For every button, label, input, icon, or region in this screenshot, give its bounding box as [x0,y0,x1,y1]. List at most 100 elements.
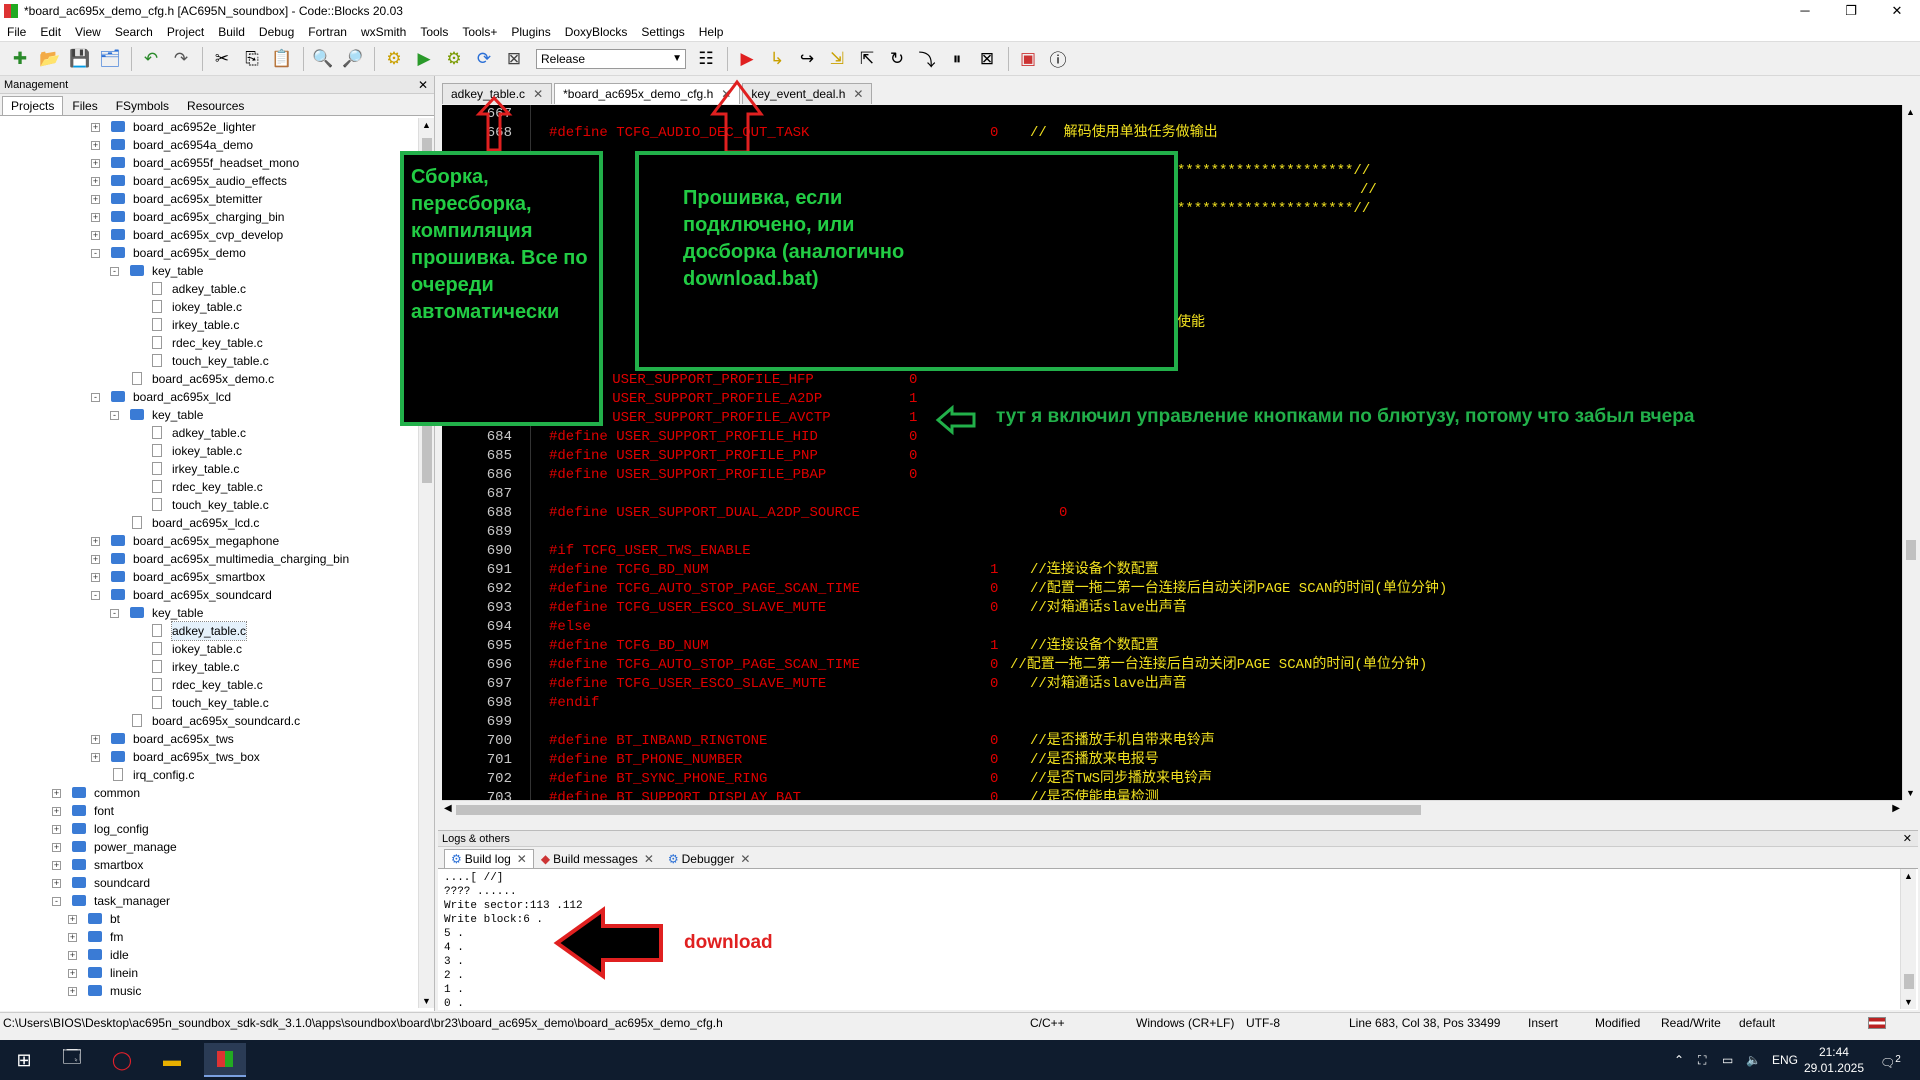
tree-folder[interactable]: + log_config [0,820,420,838]
tree-folder[interactable]: + board_ac695x_charging_bin [0,208,420,226]
tray-language[interactable]: ENG [1772,1040,1798,1080]
expand-icon[interactable]: + [52,825,61,834]
tab-build-messages[interactable]: ◆ Build messages ✕ [534,849,661,868]
find-icon[interactable]: 🔍 [309,45,337,73]
step-out-icon[interactable]: ⇱ [853,45,881,73]
menu-view[interactable]: View [68,25,108,39]
expand-icon[interactable]: + [91,231,100,240]
collapse-icon[interactable]: - [91,591,100,600]
windows-start-icon[interactable]: ⊞ [8,1046,40,1074]
tree-folder[interactable]: + board_ac695x_tws [0,730,420,748]
tab-debugger[interactable]: ⚙ Debugger ✕ [661,849,758,868]
tab-resources[interactable]: Resources [178,96,253,115]
step-into-icon[interactable]: ⇲ [823,45,851,73]
tree-folder[interactable]: - key_table [0,262,420,280]
menu-help[interactable]: Help [692,25,731,39]
tree-folder[interactable]: + music [0,982,420,1000]
close-icon[interactable]: ✕ [721,87,731,101]
undo-icon[interactable]: ↶ [137,45,165,73]
tree-file[interactable]: touch_key_table.c [0,496,420,514]
tree-file[interactable]: irkey_table.c [0,658,420,676]
scroll-right-icon[interactable]: ▶ [1892,803,1900,814]
next-line-icon[interactable]: ↪ [793,45,821,73]
scroll-up-icon[interactable]: ▲ [1906,107,1915,117]
close-button[interactable]: ✕ [1874,0,1920,22]
replace-icon[interactable]: 🔎 [339,45,367,73]
tree-file[interactable]: board_ac695x_soundcard.c [0,712,420,730]
tab-files[interactable]: Files [63,96,106,115]
expand-icon[interactable]: + [68,915,77,924]
tree-folder[interactable]: + board_ac695x_tws_box [0,748,420,766]
target-options-icon[interactable]: ☷ [692,45,720,73]
collapse-icon[interactable]: - [110,609,119,618]
collapse-icon[interactable]: - [91,393,100,402]
menu-edit[interactable]: Edit [33,25,68,39]
tree-file[interactable]: touch_key_table.c [0,352,420,370]
expand-icon[interactable]: + [68,933,77,942]
tree-folder[interactable]: + board_ac6955f_headset_mono [0,154,420,172]
redo-icon[interactable]: ↷ [167,45,195,73]
expand-icon[interactable]: + [91,195,100,204]
tree-file[interactable]: adkey_table.c [0,621,420,641]
opera-browser-icon[interactable]: ◯ [106,1046,138,1074]
minimize-button[interactable]: ─ [1782,0,1828,22]
tree-folder[interactable]: + board_ac695x_smartbox [0,568,420,586]
tree-folder[interactable]: + board_ac695x_audio_effects [0,172,420,190]
logs-scrollbar-thumb[interactable] [1904,974,1914,989]
expand-icon[interactable]: + [91,213,100,222]
close-icon[interactable]: ✕ [418,76,428,94]
expand-icon[interactable]: + [52,861,61,870]
tree-folder[interactable]: + fm [0,928,420,946]
tree-folder[interactable]: + board_ac6954a_demo [0,136,420,154]
tree-folder[interactable]: + board_ac6952e_lighter [0,118,420,136]
expand-icon[interactable]: + [91,123,100,132]
editor-hscrollbar-thumb[interactable] [456,805,1421,815]
expand-icon[interactable]: + [52,789,61,798]
cut-icon[interactable]: ✂ [208,45,236,73]
menu-tools-plus[interactable]: Tools+ [455,25,504,39]
collapse-icon[interactable]: - [110,411,119,420]
tray-clock[interactable]: 21:44 29.01.2025 [1804,1044,1864,1076]
scroll-up-icon[interactable]: ▲ [1904,871,1913,881]
paste-icon[interactable]: 📋 [268,45,296,73]
tree-file[interactable]: irkey_table.c [0,460,420,478]
expand-icon[interactable]: + [91,141,100,150]
run-to-cursor-icon[interactable]: ↳ [763,45,791,73]
tree-file[interactable]: iokey_table.c [0,442,420,460]
close-icon[interactable]: ✕ [533,87,543,101]
run-icon[interactable]: ▶ [410,45,438,73]
tab-board-cfg[interactable]: *board_ac695x_demo_cfg.h ✕ [554,83,741,104]
editor-scrollbar[interactable]: ▲ ▼ [1902,105,1918,800]
codeblocks-taskbar-icon[interactable] [204,1043,246,1077]
menu-debug[interactable]: Debug [252,25,301,39]
scroll-up-icon[interactable]: ▲ [422,120,431,130]
close-icon[interactable]: ✕ [1903,831,1912,847]
expand-icon[interactable]: + [68,969,77,978]
tree-folder[interactable]: + board_ac695x_btemitter [0,190,420,208]
menu-wxsmith[interactable]: wxSmith [354,25,413,39]
tree-folder[interactable]: - task_manager [0,892,420,910]
next-instruction-icon[interactable]: ↻ [883,45,911,73]
tab-projects[interactable]: Projects [2,96,64,115]
tree-file[interactable]: rdec_key_table.c [0,478,420,496]
tree-file[interactable]: board_ac695x_lcd.c [0,514,420,532]
tab-fsymbols[interactable]: FSymbols [107,96,178,115]
menu-search[interactable]: Search [108,25,160,39]
tree-file[interactable]: adkey_table.c [0,424,420,442]
tree-folder[interactable]: - board_ac695x_demo [0,244,420,262]
step-instruction-icon[interactable]: ⤵ [913,45,941,73]
expand-icon[interactable]: + [52,843,61,852]
tree-file[interactable]: iokey_table.c [0,640,420,658]
open-file-icon[interactable]: 📂 [36,45,64,73]
tree-file[interactable]: irq_config.c [0,766,420,784]
expand-icon[interactable]: + [91,753,100,762]
collapse-icon[interactable]: - [91,249,100,258]
tree-folder[interactable]: + soundcard [0,874,420,892]
expand-icon[interactable]: + [91,573,100,582]
editor-scrollbar-thumb[interactable] [1906,540,1916,560]
tree-folder[interactable]: - board_ac695x_lcd [0,388,420,406]
menu-project[interactable]: Project [160,25,211,39]
logs-scrollbar[interactable]: ▲ ▼ [1900,869,1916,1009]
new-file-icon[interactable]: ✚ [6,45,34,73]
tree-folder[interactable]: + board_ac695x_cvp_develop [0,226,420,244]
